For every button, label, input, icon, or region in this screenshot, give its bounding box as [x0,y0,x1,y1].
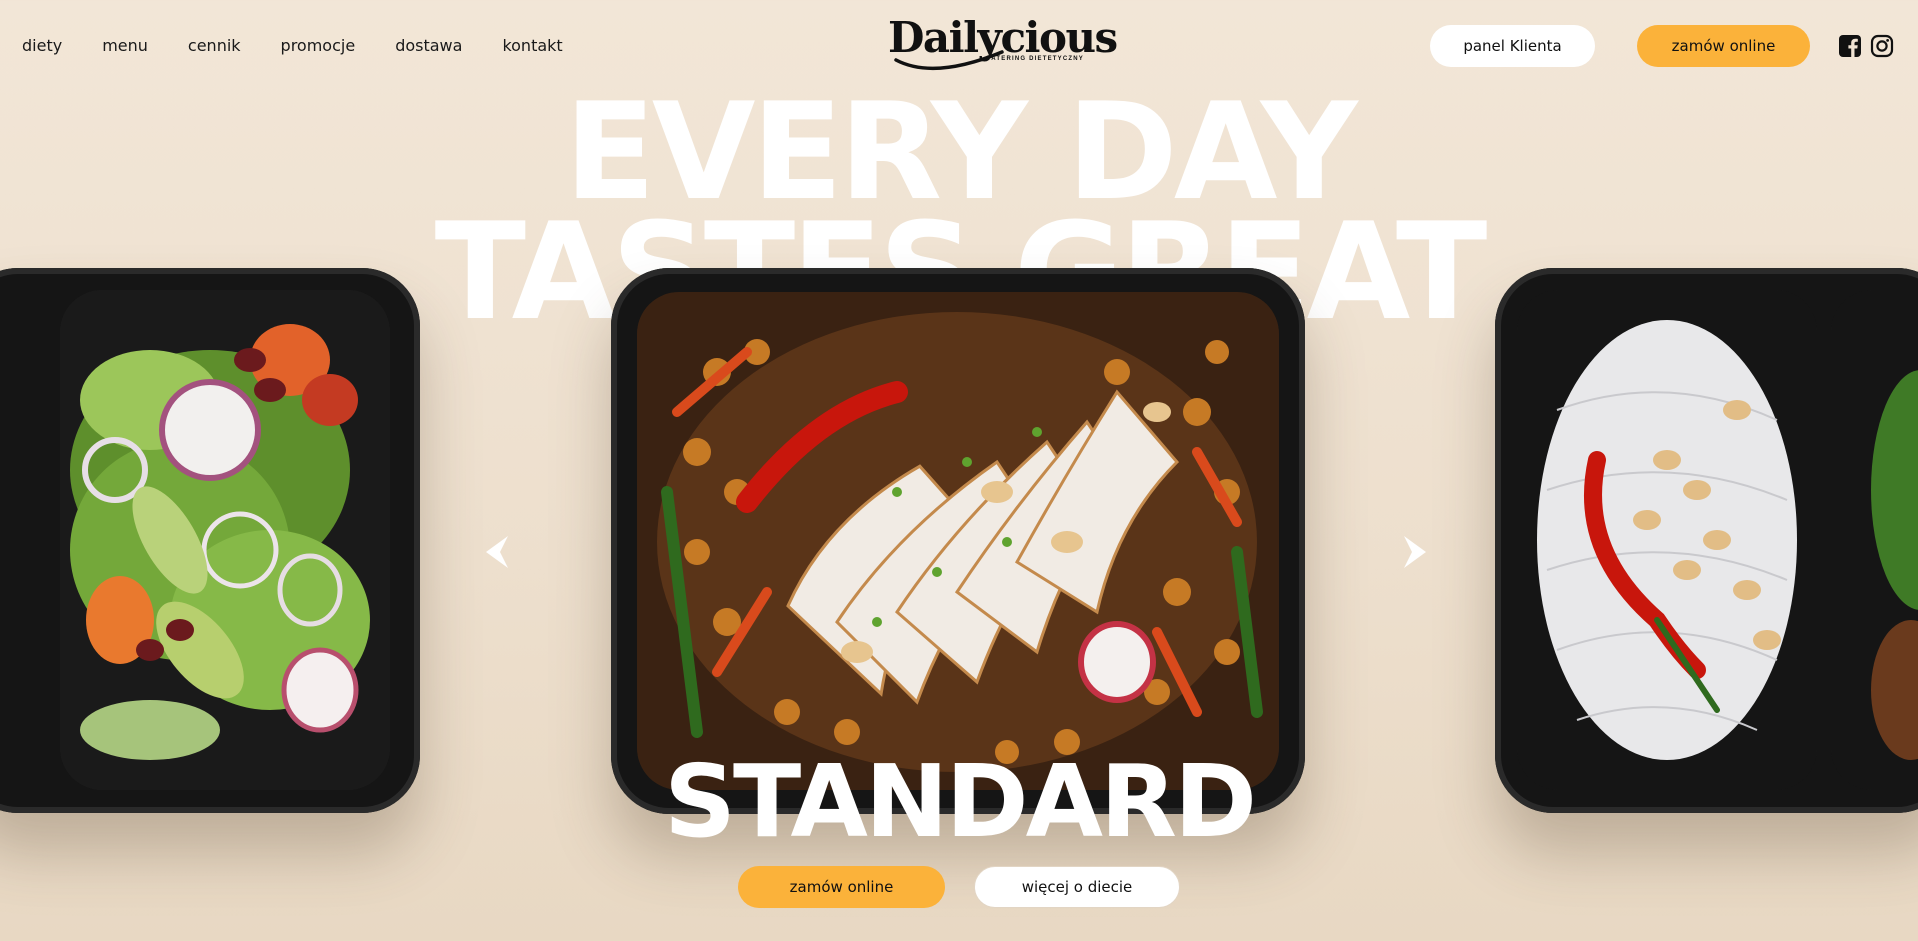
client-panel-button[interactable]: panel Klienta [1430,25,1595,67]
nav-item-kontakt[interactable]: kontakt [502,36,562,56]
noodles-image [1517,290,1817,790]
site-header: diety menu cennik promocje dostawa konta… [0,0,1918,92]
meal-tray-left[interactable] [0,268,420,813]
nav-item-menu[interactable]: menu [102,36,148,56]
tray-compartment [637,292,1279,790]
carousel-next-arrow-icon[interactable] [1400,532,1430,572]
carousel-prev-arrow-icon[interactable] [482,532,512,572]
diet-details-button[interactable]: więcej o diecie [974,866,1180,908]
side-veggies-image [1831,290,1918,790]
tray-compartment [1517,290,1817,790]
order-online-button[interactable]: zamów online [1637,25,1810,67]
meal-tray-center[interactable] [611,268,1305,814]
salad-image [60,290,390,790]
chicken-meal-image [637,292,1279,790]
meal-tray-right[interactable] [1495,268,1918,813]
tray-compartment [60,290,390,790]
nav-item-diety[interactable]: diety [22,36,62,56]
nav-item-cennik[interactable]: cennik [188,36,241,56]
instagram-icon[interactable] [1870,34,1894,58]
order-online-hero-button[interactable]: zamów online [738,866,945,908]
logo-tagline: CATERING DIETETYCZNY [985,56,1084,62]
facebook-icon[interactable] [1838,34,1862,58]
nav-item-promocje[interactable]: promocje [281,36,356,56]
diet-title: STANDARD [664,743,1257,860]
brand-logo[interactable]: Dailycious CATERING DIETETYCZNY [888,16,1118,72]
tray-compartment-side [1831,290,1918,790]
main-nav: diety menu cennik promocje dostawa konta… [22,36,603,56]
nav-item-dostawa[interactable]: dostawa [395,36,462,56]
